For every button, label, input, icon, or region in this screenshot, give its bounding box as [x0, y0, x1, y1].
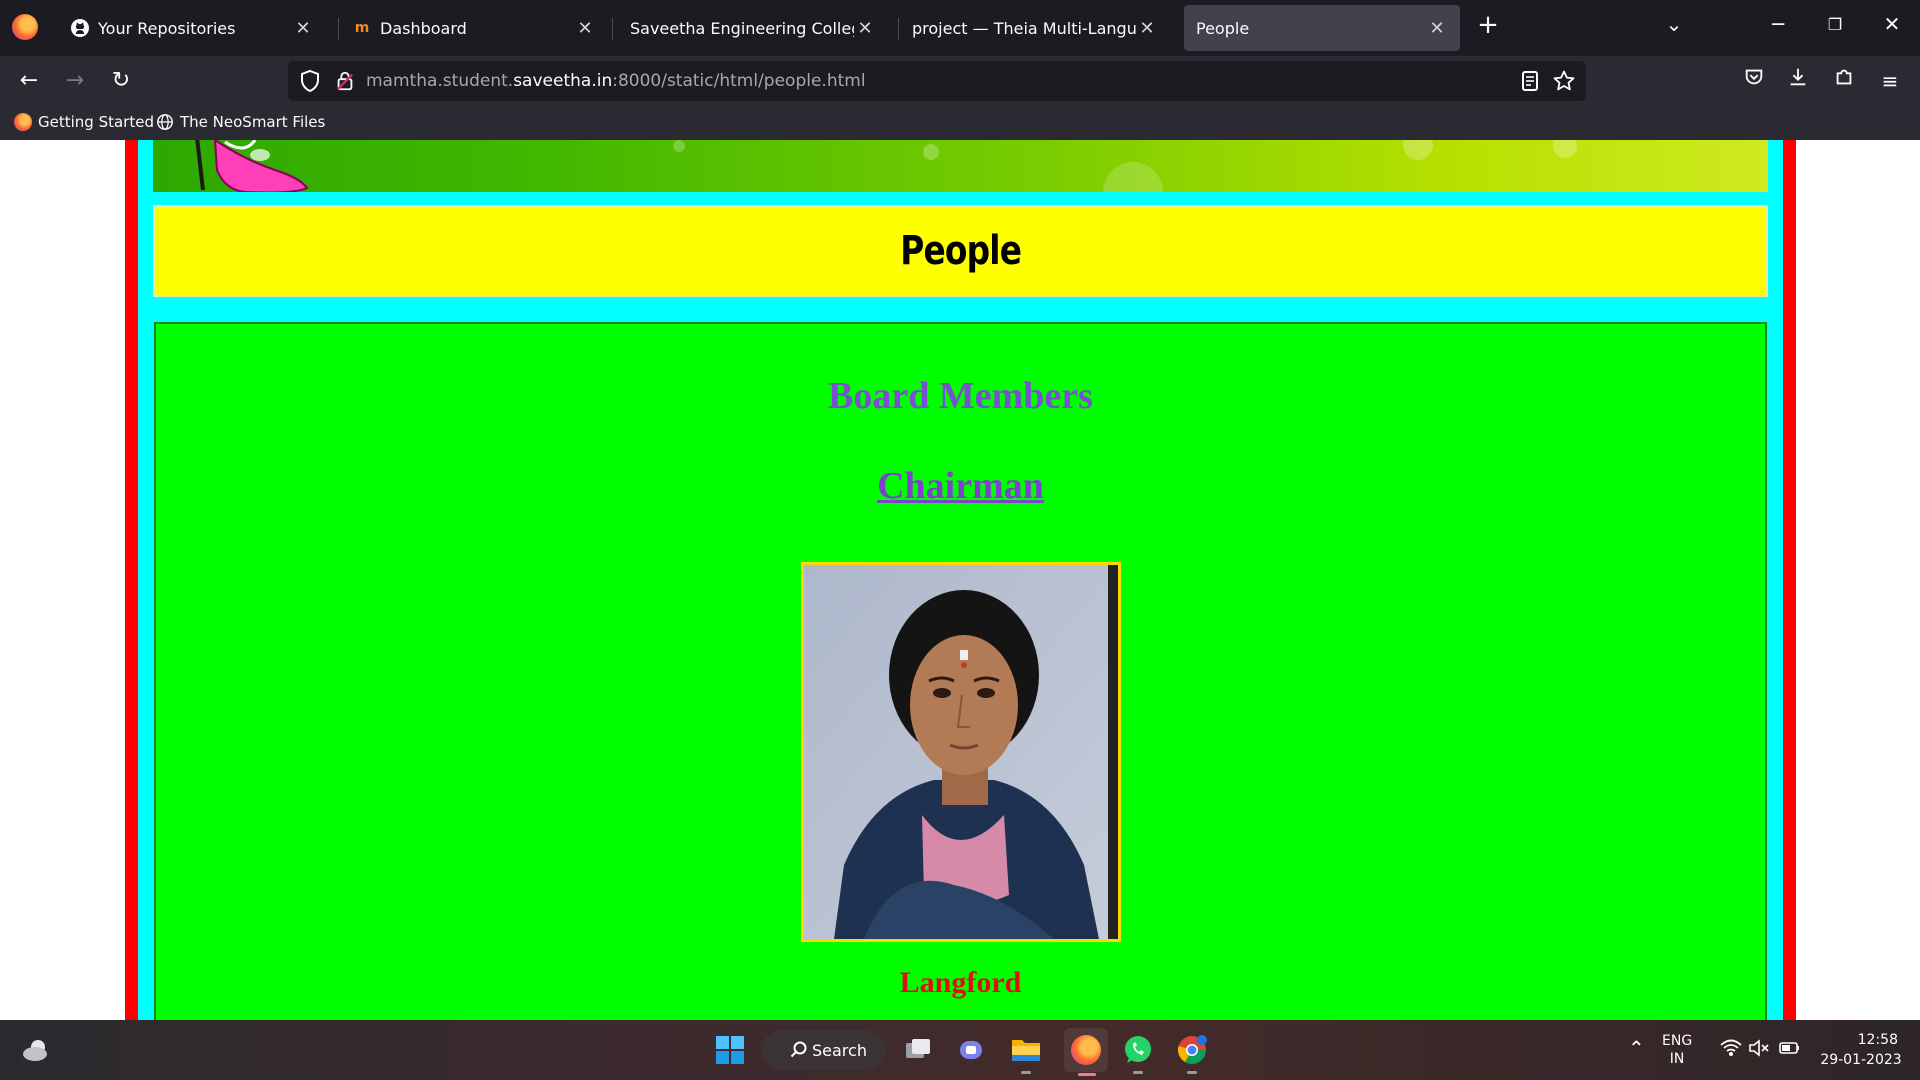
- close-icon[interactable]: ✕: [1426, 18, 1448, 39]
- reader-view-icon[interactable]: [1518, 69, 1542, 93]
- back-button[interactable]: ←: [12, 65, 46, 97]
- bookmark-label: Getting Started: [38, 113, 154, 131]
- url-subdomain: mamtha.student.: [366, 71, 514, 91]
- tab-title: Your Repositories: [98, 18, 236, 38]
- region-code: IN: [1669, 1051, 1685, 1067]
- running-indicator: [1021, 1071, 1031, 1074]
- bookmark-star-icon[interactable]: [1552, 69, 1576, 93]
- chairman-photo: [801, 562, 1121, 942]
- clock-date: 29-01-2023: [1820, 1052, 1902, 1068]
- close-icon[interactable]: ✕: [1136, 18, 1158, 39]
- clock[interactable]: 12:58 29-01-2023: [1816, 1030, 1906, 1070]
- tab-your-repositories[interactable]: Your Repositories ✕: [58, 5, 326, 51]
- web-page: People Board Members Chairman Langford: [0, 140, 1920, 1020]
- tab-project-theia[interactable]: project — Theia Multi-Language Ex ✕: [900, 5, 1170, 51]
- search-icon: [790, 1041, 807, 1058]
- weather-widget-icon[interactable]: [18, 1032, 54, 1068]
- navigation-toolbar: ← → ↻ mamtha.student.saveetha.in:8000/st…: [0, 56, 1920, 106]
- page-title-box: People: [153, 205, 1768, 297]
- chrome-icon[interactable]: [1174, 1032, 1210, 1074]
- url-text[interactable]: mamtha.student.saveetha.in:8000/static/h…: [366, 71, 866, 91]
- whatsapp-icon[interactable]: [1120, 1032, 1156, 1074]
- new-tab-button[interactable]: +: [1468, 10, 1508, 40]
- address-bar[interactable]: mamtha.student.saveetha.in:8000/static/h…: [288, 61, 1586, 101]
- close-icon[interactable]: ✕: [292, 18, 314, 39]
- bookmark-label: The NeoSmart Files: [180, 113, 326, 131]
- bookmarks-toolbar: Getting Started The NeoSmart Files: [0, 106, 1920, 140]
- url-domain: saveetha.in: [513, 71, 613, 91]
- downloads-icon[interactable]: [1782, 65, 1814, 97]
- tab-title: Dashboard: [380, 18, 467, 38]
- windows-taskbar: Search ⌃ ENG IN 12:58 29-01-2023: [0, 1020, 1920, 1080]
- firefox-taskbar-icon[interactable]: [1064, 1028, 1108, 1076]
- language-indicator[interactable]: ENG IN: [1662, 1032, 1692, 1068]
- pocket-icon[interactable]: [1738, 65, 1770, 97]
- list-all-tabs-icon[interactable]: ⌄: [1654, 12, 1694, 36]
- header-banner-image: [153, 140, 1768, 192]
- volume-muted-icon[interactable]: [1748, 1038, 1770, 1062]
- tab-people[interactable]: People ✕: [1184, 5, 1460, 51]
- chairman-heading: Chairman: [156, 464, 1765, 508]
- task-view-icon[interactable]: [900, 1032, 936, 1068]
- extensions-icon[interactable]: [1828, 65, 1860, 97]
- page-title: People: [900, 228, 1022, 274]
- github-icon: [70, 18, 90, 38]
- close-icon[interactable]: ✕: [574, 18, 596, 39]
- tab-separator: [898, 18, 899, 40]
- insecure-lock-icon[interactable]: [334, 69, 356, 93]
- show-hidden-icons-icon[interactable]: ⌃: [1628, 1036, 1645, 1060]
- close-icon[interactable]: ✕: [854, 18, 876, 39]
- minimize-button[interactable]: ─: [1758, 12, 1798, 36]
- close-window-button[interactable]: ✕: [1872, 12, 1912, 36]
- tab-dashboard[interactable]: m Dashboard ✕: [340, 5, 608, 51]
- tab-bar: Your Repositories ✕ m Dashboard ✕ Saveet…: [0, 0, 1920, 56]
- running-indicator: [1187, 1071, 1197, 1074]
- section-heading: Board Members: [828, 375, 1093, 417]
- url-path: :8000/static/html/people.html: [612, 71, 866, 91]
- chairman-link[interactable]: Chairman: [877, 465, 1044, 507]
- teams-chat-icon[interactable]: [954, 1032, 990, 1068]
- start-button[interactable]: [712, 1032, 748, 1068]
- active-indicator: [1078, 1073, 1096, 1076]
- bookmark-neosmart-files[interactable]: The NeoSmart Files: [156, 113, 325, 131]
- content-panel: Board Members Chairman Langford: [154, 322, 1767, 1020]
- tab-separator: [338, 18, 339, 40]
- clock-time: 12:58: [1857, 1032, 1898, 1048]
- restore-button[interactable]: ❐: [1815, 15, 1855, 34]
- reload-button[interactable]: ↻: [104, 65, 138, 97]
- person-name: Langford: [899, 966, 1022, 999]
- file-explorer-icon[interactable]: [1008, 1032, 1044, 1074]
- taskbar-search-button[interactable]: Search: [762, 1030, 886, 1070]
- language-code: ENG: [1662, 1033, 1693, 1049]
- running-indicator: [1133, 1071, 1143, 1074]
- tab-title: People: [1196, 18, 1250, 38]
- globe-icon: [157, 114, 173, 130]
- tab-separator: [612, 18, 613, 40]
- tab-title: Saveetha Engineering College: [630, 18, 854, 38]
- bookmark-getting-started[interactable]: Getting Started: [14, 113, 154, 131]
- forward-button[interactable]: →: [58, 65, 92, 97]
- search-label: Search: [812, 1040, 867, 1060]
- tab-title: project — Theia Multi-Language Ex: [912, 18, 1136, 38]
- high-heel-shoe-icon: [195, 140, 309, 192]
- dashboard-icon: m: [354, 20, 370, 36]
- firefox-icon: [14, 113, 32, 131]
- wifi-icon[interactable]: [1720, 1038, 1742, 1062]
- hamburger-menu-icon[interactable]: ≡: [1874, 65, 1906, 97]
- firefox-menu-icon[interactable]: [12, 14, 38, 40]
- tab-saveetha[interactable]: Saveetha Engineering College ✕: [618, 5, 888, 51]
- tracking-protection-shield-icon[interactable]: [298, 69, 322, 93]
- battery-icon[interactable]: [1778, 1038, 1802, 1062]
